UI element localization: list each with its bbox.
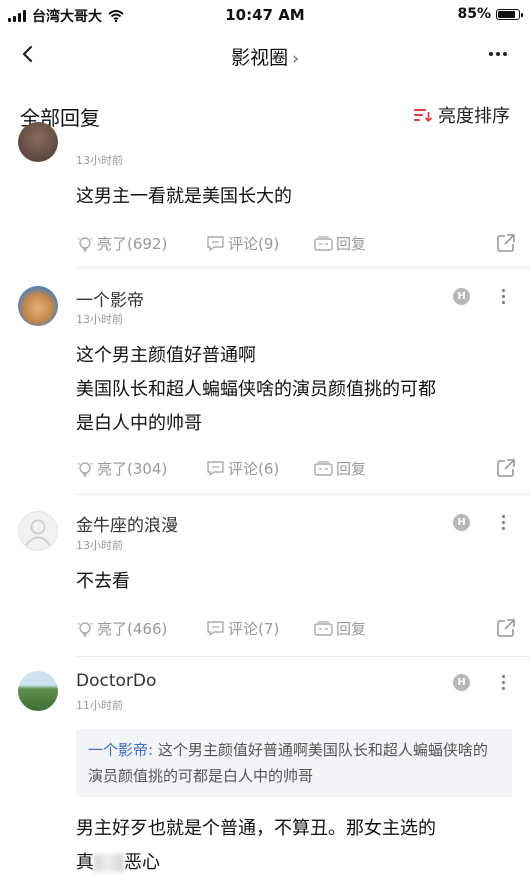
nav-bar: 影视圈 › (0, 30, 530, 80)
comment-text: 男主好歹也就是个普通，不算丑。那女主选的 真恶心 (76, 818, 436, 873)
comment-menu-button[interactable] (500, 515, 506, 530)
share-icon[interactable] (496, 618, 516, 638)
comment-actions: 亮了(466) 评论(7) 回复 (76, 618, 516, 640)
comment-actions: 亮了(692) 评论(9) 回复 (76, 233, 516, 255)
chat-bubble-icon (207, 461, 224, 476)
reply-button[interactable]: 回复 (314, 233, 366, 254)
share-icon[interactable] (496, 233, 516, 253)
comment-button[interactable]: 评论(6) (206, 458, 279, 479)
reply-button[interactable]: 回复 (314, 618, 366, 639)
comment-item: 一个影帝 13小时前 H 这个男主颜值好普通啊 美国队长和超人蝙蝠侠啥的演员颜值… (0, 268, 530, 495)
level-badge: H (453, 514, 470, 531)
avatar[interactable] (18, 122, 58, 162)
sort-icon (414, 108, 432, 122)
comment-item: DoctorDo 11小时前 H 一个影帝: 这个男主颜值好普通啊美国队长和超人… (0, 657, 530, 890)
chevron-right-icon: › (292, 49, 299, 69)
comment-username[interactable]: DoctorDo (76, 671, 156, 691)
avatar[interactable] (18, 286, 58, 326)
censored-blur (94, 854, 124, 872)
status-bar: 台湾大哥大 10:47 AM 85% (0, 0, 530, 30)
page-title: 影视圈 (231, 47, 289, 69)
comment-actions: 亮了(304) 评论(6) 回复 (76, 458, 516, 480)
comment-username[interactable]: 金牛座的浪漫 (76, 511, 178, 536)
reply-button[interactable]: 回复 (314, 458, 366, 479)
comment-timestamp: 11小时前 (76, 699, 123, 712)
like-button[interactable]: 亮了(304) (76, 458, 167, 479)
section-header: 全部回复 亮度排序 (0, 92, 530, 138)
like-button[interactable]: 亮了(466) (76, 618, 167, 639)
comment-timestamp: 13小时前 (76, 154, 123, 167)
comment-button[interactable]: 评论(7) (206, 618, 279, 639)
comment-timestamp: 13小时前 (76, 539, 123, 552)
sort-label: 亮度排序 (438, 106, 510, 127)
like-button[interactable]: 亮了(692) (76, 233, 167, 254)
comment-item: 金牛座的浪漫 13小时前 H 不去看 亮了(466) 评论(7) 回复 (0, 495, 530, 657)
chat-bubble-icon (207, 236, 224, 251)
lightbulb-icon (77, 236, 93, 252)
reply-icon (314, 460, 333, 476)
comment-item: 13小时前 这男主一看就是美国长大的 亮了(692) 评论(9) 回复 (0, 122, 530, 268)
battery-percent: 85% (457, 6, 491, 22)
avatar[interactable] (18, 671, 58, 711)
more-options-button[interactable] (484, 40, 512, 68)
comment-text: 这个男主颜值好普通啊 美国队长和超人蝙蝠侠啥的演员颜值挑的可都 是白人中的帅哥 (76, 345, 436, 434)
quoted-reply[interactable]: 一个影帝: 这个男主颜值好普通啊美国队长和超人蝙蝠侠啥的演员颜值挑的可都是白人中… (76, 729, 512, 797)
comment-menu-button[interactable] (500, 289, 506, 304)
comment-text: 不去看 (76, 571, 130, 592)
battery-icon (496, 8, 523, 20)
nav-title-link[interactable]: 影视圈 › (0, 43, 530, 70)
comment-username[interactable]: 一个影帝 (76, 286, 144, 311)
lightbulb-icon (77, 461, 93, 477)
lightbulb-icon (77, 621, 93, 637)
comment-text: 这男主一看就是美国长大的 (76, 186, 292, 207)
sort-button[interactable]: 亮度排序 (414, 102, 510, 128)
level-badge: H (453, 674, 470, 691)
quote-author[interactable]: 一个影帝: (88, 741, 153, 759)
avatar[interactable] (18, 511, 58, 551)
status-time: 10:47 AM (225, 6, 305, 24)
chat-bubble-icon (207, 621, 224, 636)
reply-icon (314, 620, 333, 636)
comment-timestamp: 13小时前 (76, 313, 123, 326)
default-user-icon (25, 519, 51, 546)
comment-button[interactable]: 评论(9) (206, 233, 279, 254)
level-badge: H (453, 288, 470, 305)
share-icon[interactable] (496, 458, 516, 478)
comment-menu-button[interactable] (500, 675, 506, 690)
reply-icon (314, 235, 333, 251)
